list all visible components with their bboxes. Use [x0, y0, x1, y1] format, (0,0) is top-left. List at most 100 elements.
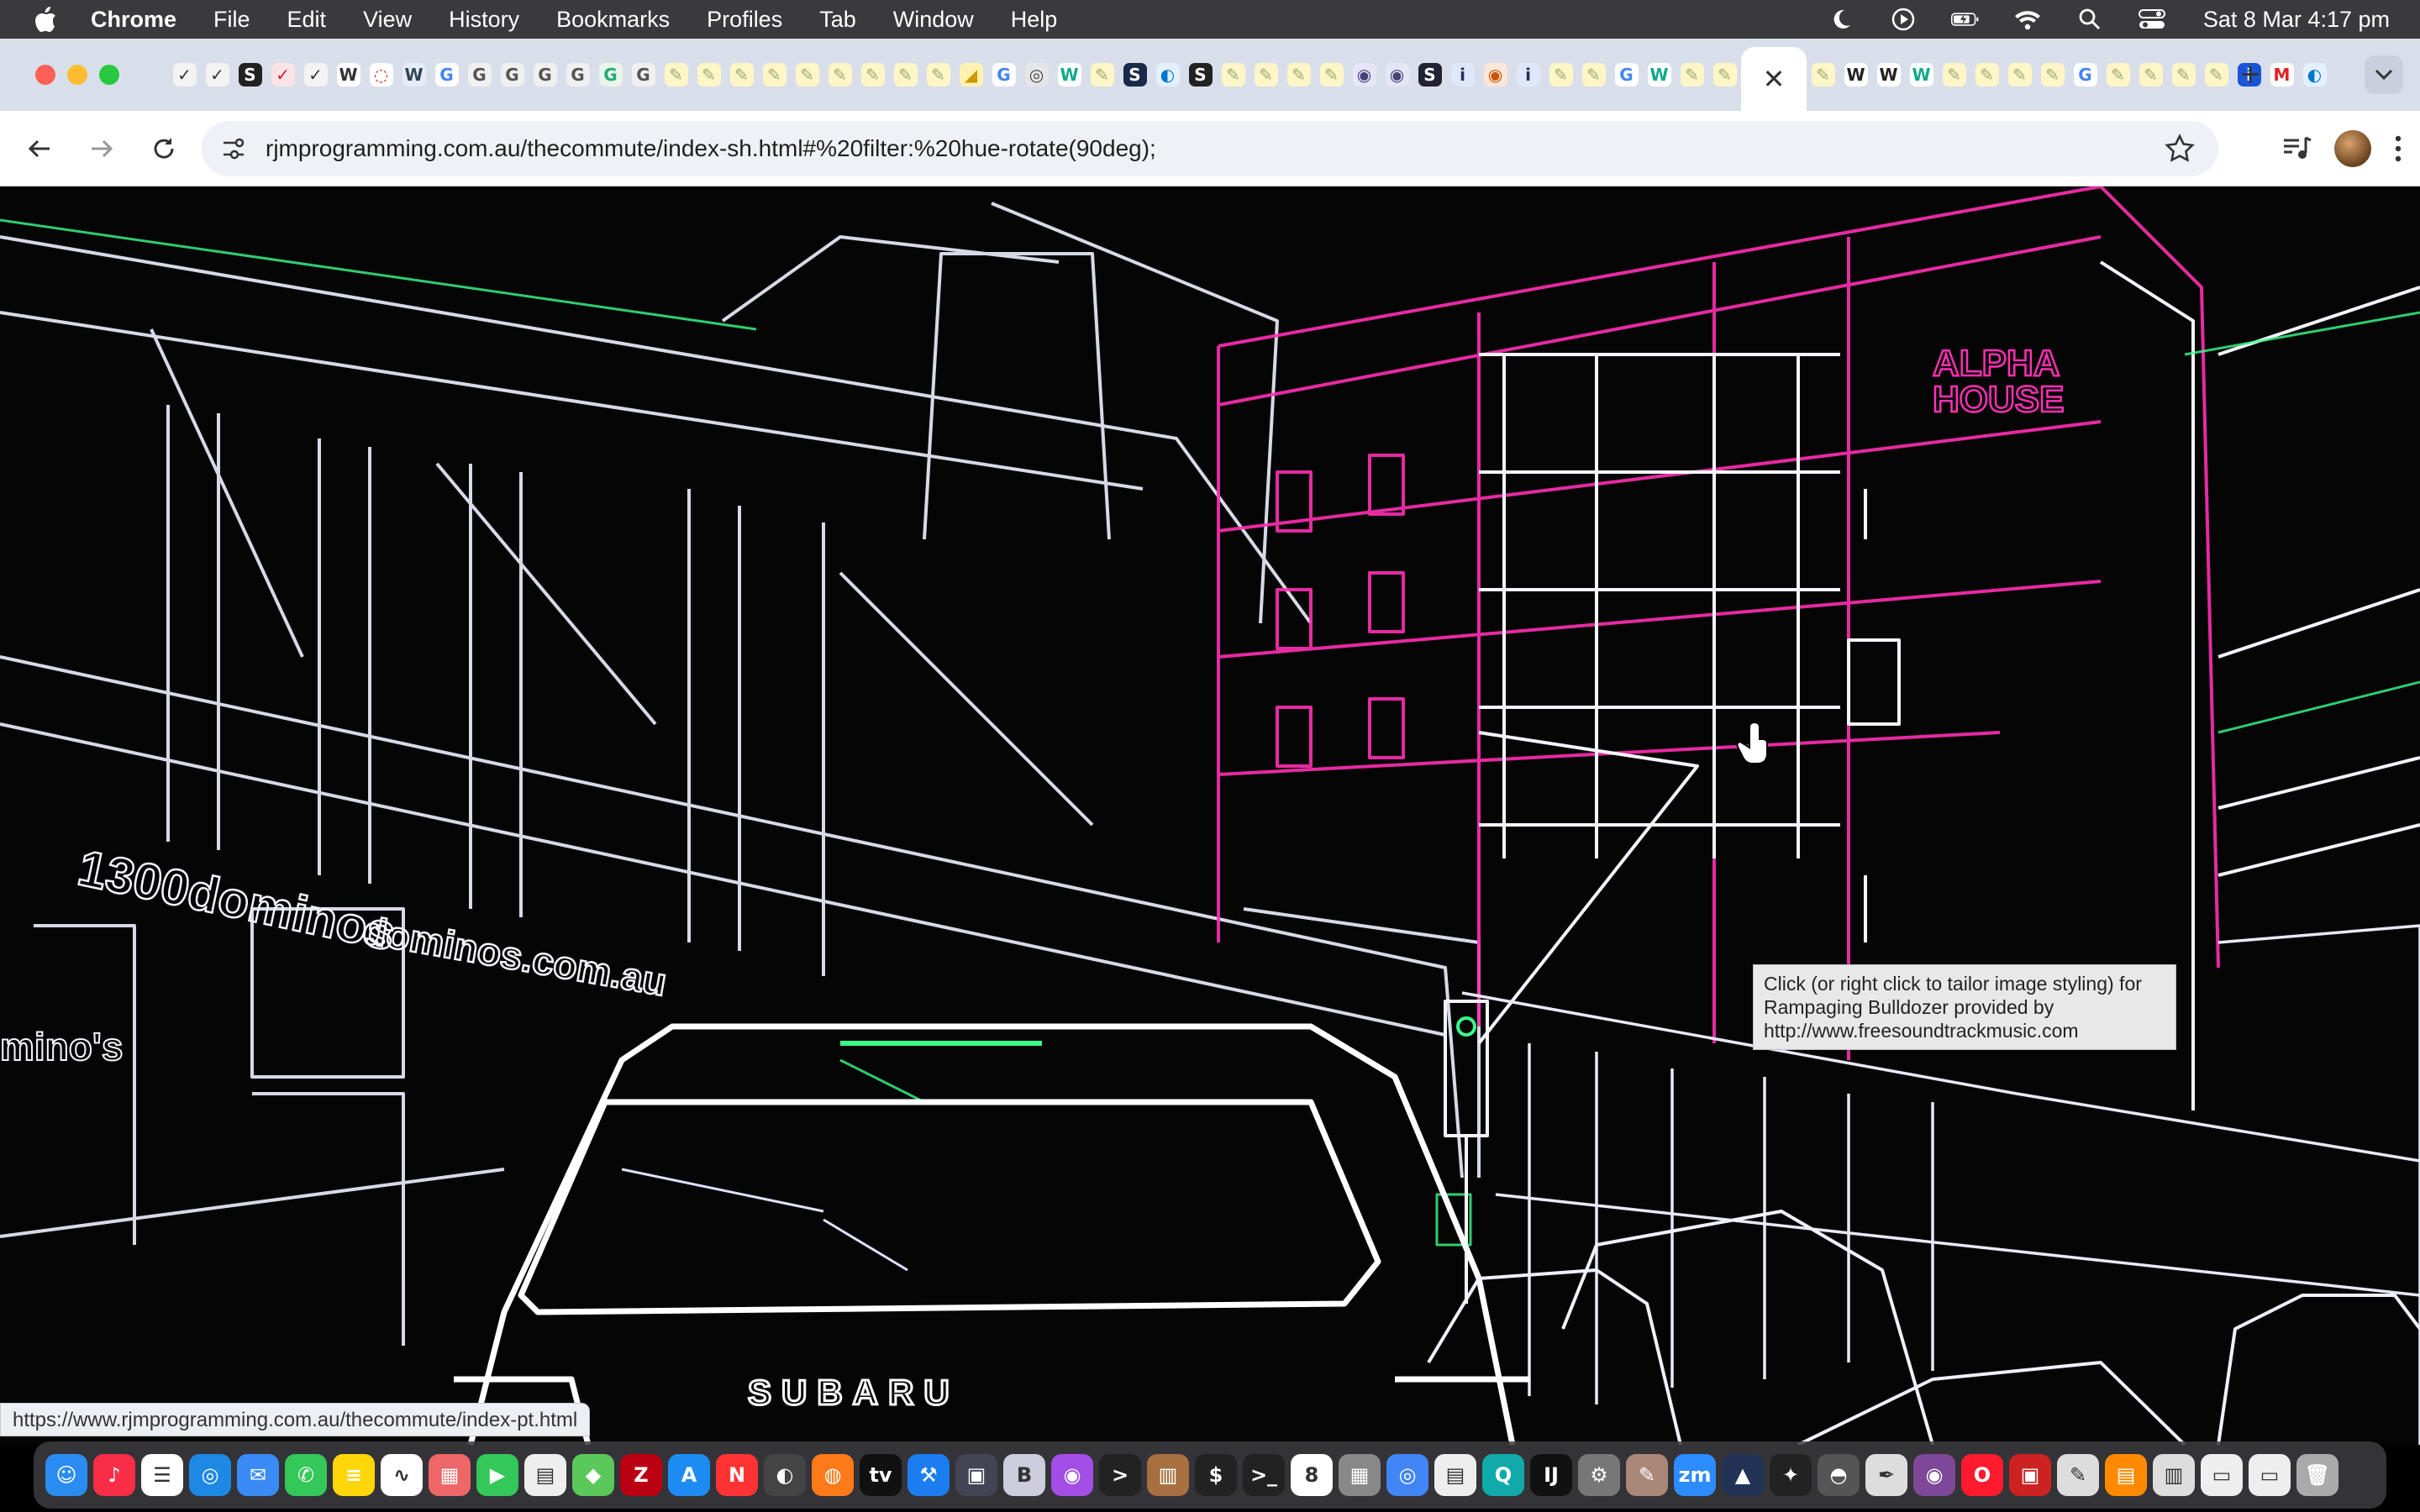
- tab-38[interactable]: ◉: [1381, 39, 1413, 111]
- facetime-icon[interactable]: ▶: [476, 1454, 518, 1496]
- notes-icon[interactable]: ≡: [333, 1454, 375, 1496]
- tab-r8[interactable]: ✎: [2036, 39, 2069, 111]
- menu-profiles[interactable]: Profiles: [707, 7, 782, 33]
- tab-43[interactable]: ✎: [1544, 39, 1577, 111]
- tab-6[interactable]: W: [332, 39, 365, 111]
- spotlight-search-icon[interactable]: [2075, 5, 2104, 34]
- tab-10[interactable]: G: [463, 39, 496, 111]
- tab-22[interactable]: ✎: [856, 39, 889, 111]
- tab-r10[interactable]: ✎: [2102, 39, 2134, 111]
- inkscape-icon[interactable]: ✦: [1770, 1454, 1812, 1496]
- forward-button[interactable]: [79, 126, 124, 171]
- window-stack-2-icon[interactable]: ▭: [2249, 1454, 2291, 1496]
- tab-r16[interactable]: ◐: [2298, 39, 2331, 111]
- terminal-3-icon[interactable]: >_: [1243, 1454, 1285, 1496]
- minimize-window-button[interactable]: [67, 65, 87, 85]
- menu-file[interactable]: File: [213, 7, 250, 33]
- freeform-icon[interactable]: ∿: [381, 1454, 423, 1496]
- tab-r6[interactable]: ✎: [1970, 39, 2003, 111]
- address-bar-url[interactable]: rjmprogramming.com.au/thecommute/index-s…: [266, 135, 1156, 162]
- profile-avatar[interactable]: [2334, 130, 2371, 167]
- menu-help[interactable]: Help: [1011, 7, 1058, 33]
- tab-r1[interactable]: ✎: [1807, 39, 1839, 111]
- script-editor-icon[interactable]: ✎: [2057, 1454, 2099, 1496]
- tab-35[interactable]: ✎: [1282, 39, 1315, 111]
- tab-search-button[interactable]: [2365, 55, 2403, 94]
- firefox-icon[interactable]: ◍: [812, 1454, 854, 1496]
- more-menu-icon[interactable]: [2393, 134, 2403, 163]
- tab-5[interactable]: ✓: [299, 39, 332, 111]
- tab-16[interactable]: ✎: [660, 39, 692, 111]
- tab-r15[interactable]: M: [2265, 39, 2298, 111]
- tab-14[interactable]: G: [594, 39, 627, 111]
- menu-history[interactable]: History: [449, 7, 519, 33]
- menu-tab[interactable]: Tab: [819, 7, 856, 33]
- intellij-icon[interactable]: IJ: [1530, 1454, 1572, 1496]
- terminal-icon[interactable]: >: [1099, 1454, 1141, 1496]
- tab-r9[interactable]: G: [2069, 39, 2102, 111]
- close-window-button[interactable]: [35, 65, 55, 85]
- menu-window[interactable]: Window: [893, 7, 974, 33]
- media-controls-icon[interactable]: [2282, 136, 2312, 161]
- textedit-icon[interactable]: ▤: [524, 1454, 566, 1496]
- tab-33[interactable]: ✎: [1217, 39, 1249, 111]
- bookmark-star-icon[interactable]: [2165, 134, 2195, 164]
- tab-r4[interactable]: W: [1905, 39, 1938, 111]
- tab-r13[interactable]: ✎: [2200, 39, 2233, 111]
- app-store-icon[interactable]: A: [668, 1454, 710, 1496]
- tab-36[interactable]: ✎: [1315, 39, 1348, 111]
- box-icon[interactable]: ▥: [1147, 1454, 1189, 1496]
- window-stack-icon[interactable]: ▭: [2201, 1454, 2243, 1496]
- tab-37[interactable]: ◉: [1348, 39, 1381, 111]
- tab-19[interactable]: ✎: [758, 39, 791, 111]
- tab-1[interactable]: ✓: [168, 39, 201, 111]
- menubar-clock[interactable]: Sat 8 Mar 4:17 pm: [2203, 7, 2390, 33]
- tab-31[interactable]: ◐: [1151, 39, 1184, 111]
- safari-icon[interactable]: ◎: [189, 1454, 231, 1496]
- menu-bookmarks[interactable]: Bookmarks: [556, 7, 670, 33]
- filezilla-icon[interactable]: Z: [620, 1454, 662, 1496]
- back-button[interactable]: [17, 126, 62, 171]
- menu-edit[interactable]: Edit: [287, 7, 327, 33]
- books-icon[interactable]: ▤: [2105, 1454, 2147, 1496]
- menu-app-chrome[interactable]: Chrome: [91, 7, 176, 33]
- gimp-2-icon[interactable]: ◓: [1818, 1454, 1860, 1496]
- tab-12[interactable]: G: [529, 39, 561, 111]
- address-bar[interactable]: rjmprogramming.com.au/thecommute/index-s…: [202, 121, 2218, 176]
- wifi-icon[interactable]: [2013, 5, 2042, 34]
- tab-26[interactable]: G: [987, 39, 1020, 111]
- zoom-icon[interactable]: zm: [1674, 1454, 1716, 1496]
- tab-34[interactable]: ✎: [1249, 39, 1282, 111]
- tab-28[interactable]: W: [1053, 39, 1086, 111]
- tab-8[interactable]: W: [397, 39, 430, 111]
- tab-r3[interactable]: W: [1872, 39, 1905, 111]
- commute-edge-filtered-photo[interactable]: 1300dominos dominos.com.au mino's ALPHA …: [0, 186, 2420, 1445]
- tab-40[interactable]: i: [1446, 39, 1479, 111]
- affinity-icon[interactable]: ▲: [1722, 1454, 1764, 1496]
- quicktime-icon[interactable]: Q: [1482, 1454, 1524, 1496]
- tab-45[interactable]: G: [1610, 39, 1643, 111]
- pen-icon[interactable]: ✒: [1865, 1454, 1907, 1496]
- music-icon[interactable]: ♪: [93, 1454, 135, 1496]
- photo-booth-icon[interactable]: ▣: [955, 1454, 997, 1496]
- news-icon[interactable]: N: [716, 1454, 758, 1496]
- bbedit-icon[interactable]: B: [1003, 1454, 1045, 1496]
- new-tab-button[interactable]: +: [2232, 39, 2269, 111]
- filemerge-icon[interactable]: ▣: [2009, 1454, 2051, 1496]
- document-icon[interactable]: ▤: [1434, 1454, 1476, 1496]
- tab-24[interactable]: ✎: [922, 39, 955, 111]
- podcasts-icon[interactable]: ◉: [1051, 1454, 1093, 1496]
- tab-15[interactable]: G: [627, 39, 660, 111]
- terminal-2-icon[interactable]: $: [1195, 1454, 1237, 1496]
- calculator-icon[interactable]: ▦: [1339, 1454, 1381, 1496]
- finder-icon[interactable]: ☺: [45, 1454, 87, 1496]
- calendar-icon[interactable]: 8: [1291, 1454, 1333, 1496]
- play-circle-icon[interactable]: [1889, 5, 1918, 34]
- tab-2[interactable]: ✓: [201, 39, 234, 111]
- tab-r2[interactable]: W: [1839, 39, 1872, 111]
- opera-icon[interactable]: O: [1961, 1454, 2003, 1496]
- tab-7[interactable]: ◌: [365, 39, 397, 111]
- xcode-icon[interactable]: ⚒: [908, 1454, 950, 1496]
- battery-icon[interactable]: [1950, 5, 1980, 34]
- control-center-icon[interactable]: [2138, 5, 2166, 34]
